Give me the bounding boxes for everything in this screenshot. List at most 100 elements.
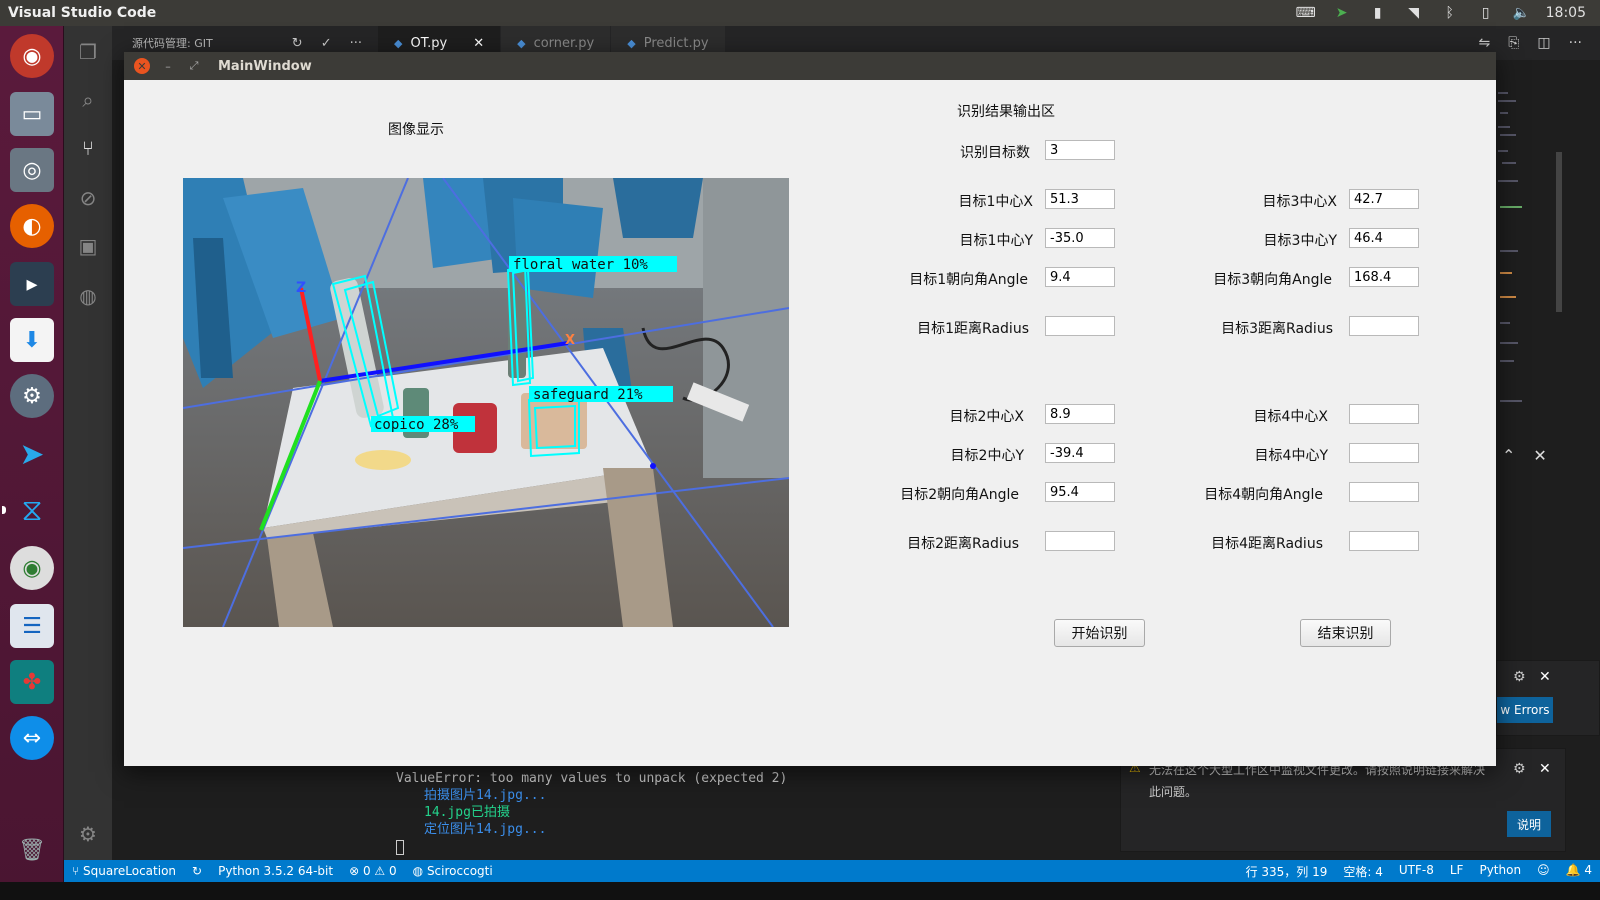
davinci-icon[interactable]: ✤ [10, 660, 54, 704]
detection-label-copico: copico 28% [371, 416, 475, 433]
instructions-button[interactable]: 说明 [1507, 811, 1551, 837]
start-recognition-button[interactable]: 开始识别 [1054, 619, 1145, 647]
indentation[interactable]: 空格: 4 [1335, 863, 1391, 880]
maximize-panel-icon[interactable]: ⌃ [1502, 446, 1515, 470]
user-name: Sciroccogti [426, 864, 493, 878]
target3-angle-field[interactable] [1349, 267, 1419, 287]
telegram-icon[interactable]: ➤ [10, 432, 54, 476]
target-count-field[interactable] [1045, 140, 1115, 160]
close-panel-icon[interactable]: ✕ [1533, 446, 1546, 470]
system-tray: ⌨ ➤ ▮ ◥ ᛒ ▯ 🔈 18:05 [1288, 0, 1600, 26]
target4-radius-label: 目标4距离Radius [1211, 536, 1323, 552]
branch-indicator[interactable]: ⑂ SquareLocation [64, 864, 184, 878]
target2-radius-label: 目标2距离Radius [907, 536, 1019, 552]
window-minimize-button[interactable]: – [160, 58, 176, 74]
end-of-line[interactable]: LF [1442, 863, 1472, 880]
encoding[interactable]: UTF-8 [1391, 863, 1442, 880]
target1-radius-field[interactable] [1045, 316, 1115, 336]
target2-center-x-label: 目标2中心X [949, 409, 1025, 425]
problems-indicator[interactable]: ⊗ 0 ⚠ 0 [341, 864, 405, 878]
search-icon[interactable]: ⌕ [76, 88, 100, 112]
github-user[interactable]: ◍ Sciroccogti [405, 864, 501, 878]
explorer-icon[interactable]: ❐ [76, 40, 100, 64]
close-tab-icon[interactable]: ✕ [473, 36, 484, 51]
branch-name: SquareLocation [83, 864, 177, 878]
wifi-icon[interactable]: ◥ [1396, 0, 1432, 26]
eye-app-icon[interactable]: ◉ [10, 546, 54, 590]
trash-icon[interactable]: 🗑 [10, 828, 54, 872]
ubuntu-dash-icon[interactable]: ◉ [10, 34, 54, 78]
commit-check-icon[interactable]: ✓ [321, 36, 332, 51]
stop-recognition-button[interactable]: 结束识别 [1300, 619, 1391, 647]
vscode-icon[interactable]: ⧖ [2, 488, 54, 532]
teamviewer-icon[interactable]: ⇔ [10, 716, 54, 760]
volume-icon[interactable]: 🔈 [1504, 0, 1540, 26]
removable-drive-icon[interactable]: ▮ [1360, 0, 1396, 26]
target3-center-y-field[interactable] [1349, 228, 1419, 248]
window-maximize-button[interactable]: ⤢ [186, 58, 202, 74]
target4-center-y-label: 目标4中心Y [1254, 448, 1328, 464]
extensions-icon[interactable]: ▣ [76, 234, 100, 258]
terminal-panel[interactable]: ValueError: too many values to unpack (e… [378, 766, 1118, 860]
disk-utility-icon[interactable]: ◎ [10, 148, 54, 192]
telegram-tray-icon[interactable]: ➤ [1324, 0, 1360, 26]
files-icon[interactable]: ▭ [10, 92, 54, 136]
warning-count: 0 [389, 864, 397, 878]
target4-center-x-field[interactable] [1349, 404, 1419, 424]
sidebar-title: 源代码管理: GIT [132, 37, 213, 50]
sync-icon[interactable]: ↻ [184, 864, 210, 878]
open-file-icon[interactable]: ⎘ [1508, 35, 1519, 51]
target3-center-x-field[interactable] [1349, 189, 1419, 209]
notification-close-icon[interactable]: ✕ [1539, 761, 1551, 777]
target2-center-y-field[interactable] [1045, 443, 1115, 463]
github-icon[interactable]: ◍ [76, 284, 100, 308]
cursor-position[interactable]: 行 335，列 19 [1238, 863, 1336, 880]
python-interpreter[interactable]: Python 3.5.2 64-bit [210, 864, 341, 878]
refresh-icon[interactable]: ↻ [292, 36, 303, 51]
target4-radius-field[interactable] [1349, 531, 1419, 551]
system-settings-icon[interactable]: ⚙ [10, 374, 54, 418]
minimap[interactable] [1496, 60, 1600, 660]
split-editor-icon[interactable]: ◫ [1537, 35, 1550, 51]
target4-angle-field[interactable] [1349, 482, 1419, 502]
terminal-line: 14.jpg已拍摄 [424, 805, 510, 820]
battery-icon[interactable]: ▯ [1468, 0, 1504, 26]
detection-text: floral water 10% [513, 257, 648, 273]
target1-angle-field[interactable] [1045, 267, 1115, 287]
language-mode[interactable]: Python [1471, 863, 1529, 880]
target2-center-x-field[interactable] [1045, 404, 1115, 424]
target3-radius-label: 目标3距离Radius [1221, 321, 1333, 337]
show-errors-button[interactable]: w Errors [1497, 697, 1553, 723]
notification-close-icon[interactable]: ✕ [1539, 669, 1551, 685]
bluetooth-icon[interactable]: ᛒ [1432, 0, 1468, 26]
result-title: 识别结果输出区 [957, 104, 1055, 120]
toggle-app-icon[interactable]: ☰ [10, 604, 54, 648]
notifications-bell[interactable]: 🔔 4 [1558, 863, 1600, 880]
more-actions-icon[interactable]: ··· [1569, 35, 1582, 51]
terminal-icon[interactable]: ▸ [10, 262, 54, 306]
firefox-icon[interactable]: ◐ [10, 204, 54, 248]
target1-center-x-field[interactable] [1045, 189, 1115, 209]
target4-center-y-field[interactable] [1349, 443, 1419, 463]
manage-gear-icon[interactable]: ⚙ [76, 822, 100, 846]
target1-center-y-field[interactable] [1045, 228, 1115, 248]
notification-gear-icon[interactable]: ⚙ [1513, 669, 1526, 685]
more-actions-icon[interactable]: ··· [350, 36, 362, 51]
window-titlebar: ✕ – ⤢ MainWindow [124, 52, 1496, 80]
target2-center-y-label: 目标2中心Y [950, 448, 1024, 464]
source-control-icon[interactable]: ⑂ [76, 136, 100, 160]
target3-radius-field[interactable] [1349, 316, 1419, 336]
notification-gear-icon[interactable]: ⚙ [1513, 761, 1526, 777]
keyboard-icon[interactable]: ⌨ [1288, 0, 1324, 26]
app-title: Visual Studio Code [8, 5, 157, 21]
open-changes-icon[interactable]: ⇋ [1478, 35, 1490, 51]
debug-icon[interactable]: ⊘ [76, 186, 100, 210]
camera-image-view: Z X floral water 10% safeguard 21% copic… [183, 178, 789, 627]
target2-angle-field[interactable] [1045, 482, 1115, 502]
feedback-smiley-icon[interactable]: ☺ [1529, 863, 1558, 880]
target2-radius-field[interactable] [1045, 531, 1115, 551]
detection-label-floral-water: floral water 10% [509, 256, 677, 273]
window-close-button[interactable]: ✕ [134, 58, 150, 74]
software-center-icon[interactable]: ⬇ [10, 318, 54, 362]
clock[interactable]: 18:05 [1540, 0, 1600, 26]
